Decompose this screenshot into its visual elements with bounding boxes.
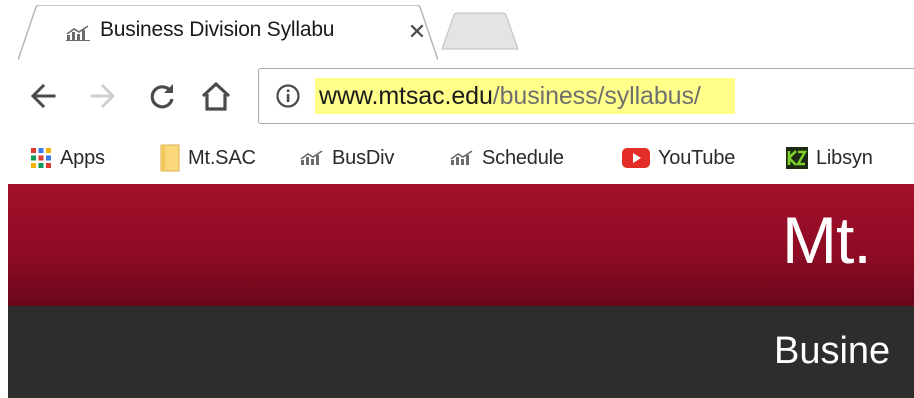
site-header: Mt.	[8, 184, 914, 306]
tab-title: Business Division Syllabu	[100, 18, 335, 41]
address-bar[interactable]: www.mtsac.edu/business/syllabus/	[258, 68, 914, 124]
tab-business-division-syllabus[interactable]: Business Division Syllabu ✕	[18, 5, 438, 60]
bookmark-libsyn[interactable]: Libsyn	[786, 142, 873, 174]
home-button[interactable]	[198, 78, 234, 114]
bookmark-schedule[interactable]: Schedule	[450, 142, 564, 174]
new-tab-button[interactable]	[440, 11, 520, 51]
bookmark-label: YouTube	[658, 146, 736, 169]
apps-grid-icon	[31, 148, 51, 168]
bookmark-label: BusDiv	[332, 146, 395, 169]
bookmark-busdiv[interactable]: BusDiv	[300, 142, 394, 174]
bookmark-label: Schedule	[482, 146, 564, 169]
info-icon[interactable]	[275, 83, 301, 109]
bookmarks-bar: Apps Mt.SAC BusDiv Schedule YouTube Libs…	[0, 134, 914, 184]
forward-arrow-icon	[90, 83, 116, 109]
reload-icon	[150, 84, 174, 109]
new-tab-icon	[441, 12, 519, 50]
site-logo-text[interactable]: Mt.	[782, 202, 872, 278]
tab-strip: Business Division Syllabu ✕	[0, 0, 914, 60]
browser-toolbar: www.mtsac.edu/business/syllabus/	[0, 60, 914, 134]
bookmark-label: Mt.SAC	[188, 146, 256, 169]
back-arrow-icon	[30, 83, 56, 109]
browser-window: Business Division Syllabu ✕ www.mtsac.ed…	[0, 0, 914, 398]
division-nav-bar: Busine	[8, 306, 914, 398]
youtube-icon	[622, 148, 650, 168]
bookmark-label: Apps	[60, 146, 105, 169]
busdiv-chart-icon	[300, 150, 323, 165]
url-host: www.mtsac.edu	[319, 82, 493, 110]
libsyn-icon	[786, 147, 808, 169]
url-selection-highlight: www.mtsac.edu/business/syllabus/	[315, 78, 735, 114]
bookmark-label: Libsyn	[816, 146, 873, 169]
busdiv-chart-icon	[450, 150, 473, 165]
url-path: /business/syllabus/	[492, 82, 701, 110]
reload-button[interactable]	[144, 78, 180, 114]
url-text[interactable]: www.mtsac.edu/business/syllabus/	[319, 82, 701, 110]
busdiv-chart-icon	[66, 25, 90, 41]
back-button[interactable]	[26, 78, 62, 114]
home-icon	[201, 81, 231, 111]
tab-close-button[interactable]: ✕	[404, 19, 430, 45]
page-content: Mt. Busine	[8, 184, 914, 398]
bookmark-mtsac[interactable]: Mt.SAC	[160, 142, 256, 174]
bookmark-youtube[interactable]: YouTube	[622, 142, 735, 174]
folder-icon	[160, 144, 180, 172]
forward-button[interactable]	[84, 78, 120, 114]
bookmark-apps[interactable]: Apps	[30, 142, 105, 174]
division-title[interactable]: Busine	[774, 330, 890, 373]
